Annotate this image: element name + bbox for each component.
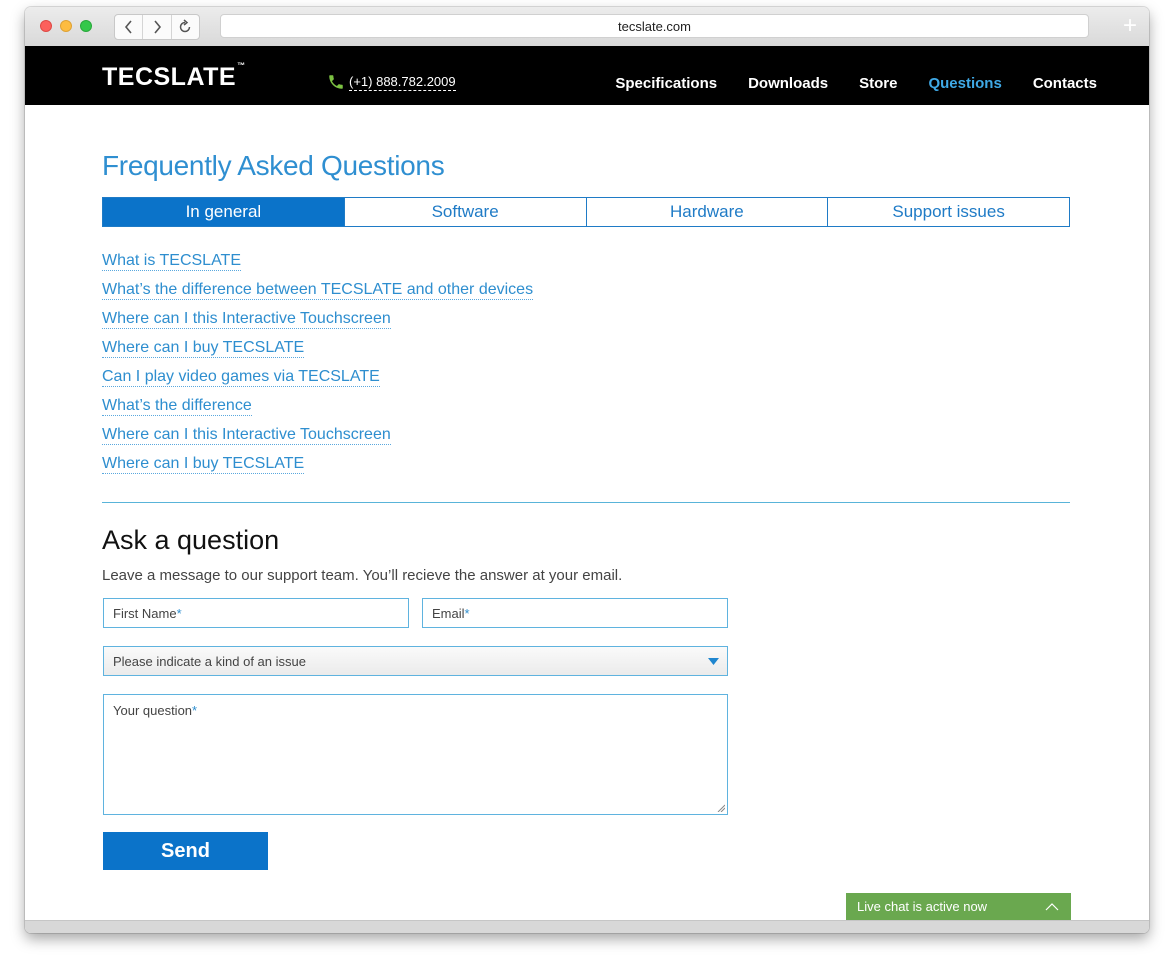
first-name-placeholder: First Name — [113, 605, 177, 621]
browser-window: tecslate.com + TECSLATE™ (+1) 888.782.20… — [25, 7, 1149, 933]
logo-text: TECSLATE — [102, 63, 237, 91]
tab-in-general[interactable]: In general — [103, 198, 345, 226]
list-item: What is TECSLATE — [102, 252, 533, 281]
chevron-left-icon — [124, 20, 132, 34]
page-title: Frequently Asked Questions — [102, 150, 445, 181]
browser-bottom-bar — [25, 920, 1149, 933]
send-button[interactable]: Send — [103, 832, 268, 870]
close-window-button[interactable] — [40, 20, 52, 32]
ask-question-description: Leave a message to our support team. You… — [102, 567, 623, 584]
live-chat-widget[interactable]: Live chat is active now — [846, 893, 1071, 920]
navigation-buttons — [114, 14, 200, 40]
section-divider — [102, 502, 1070, 503]
faq-question-link[interactable]: Can I play video games via TECSLATE — [102, 368, 380, 387]
issue-select[interactable]: Please indicate a kind of an issue — [103, 646, 728, 676]
first-name-field[interactable]: First Name * — [103, 598, 409, 628]
required-mark: * — [176, 605, 182, 621]
list-item: Where can I buy TECSLATE — [102, 339, 533, 368]
faq-question-link[interactable]: Where can I buy TECSLATE — [102, 455, 305, 474]
question-placeholder: Your question — [113, 703, 193, 718]
browser-toolbar: tecslate.com + — [25, 7, 1149, 47]
list-item: Can I play video games via TECSLATE — [102, 368, 533, 397]
main-nav: Specifications Downloads Store Questions… — [615, 75, 1097, 92]
minimize-window-button[interactable] — [60, 20, 72, 32]
faq-question-link[interactable]: Where can I buy TECSLATE — [102, 339, 305, 358]
back-button[interactable] — [115, 15, 144, 39]
faq-question-link[interactable]: What’s the difference between TECSLATE a… — [102, 281, 534, 300]
question-textarea[interactable]: Your question * — [103, 694, 728, 815]
nav-store[interactable]: Store — [859, 75, 897, 92]
phone-number: (+1) 888.782.2009 — [349, 73, 456, 91]
tab-support-issues[interactable]: Support issues — [828, 198, 1069, 226]
issue-select-value: Please indicate a kind of an issue — [113, 653, 306, 669]
ask-question-heading: Ask a question — [102, 525, 280, 555]
faq-question-link[interactable]: What’s the difference — [102, 397, 252, 416]
list-item: Where can I this Interactive Touchscreen — [102, 426, 533, 455]
email-placeholder: Email — [432, 605, 465, 621]
forward-button[interactable] — [143, 15, 172, 39]
required-mark: * — [192, 703, 198, 718]
faq-tabs: In general Software Hardware Support iss… — [102, 197, 1070, 227]
faq-question-link[interactable]: What is TECSLATE — [102, 252, 241, 271]
address-bar[interactable]: tecslate.com — [220, 14, 1089, 38]
list-item: What’s the difference between TECSLATE a… — [102, 281, 534, 310]
new-tab-button[interactable]: + — [1117, 12, 1143, 40]
site-header: TECSLATE™ (+1) 888.782.2009 Specificatio… — [25, 46, 1149, 105]
list-item: Where can I buy TECSLATE — [102, 455, 533, 484]
reload-button[interactable] — [172, 15, 199, 39]
resize-handle-icon[interactable] — [717, 804, 725, 812]
list-item: What’s the difference — [102, 397, 533, 426]
live-chat-label: Live chat is active now — [857, 899, 988, 914]
list-item: Where can I this Interactive Touchscreen — [102, 310, 533, 339]
email-field[interactable]: Email * — [422, 598, 728, 628]
phone-link[interactable]: (+1) 888.782.2009 — [327, 73, 456, 91]
faq-question-link[interactable]: Where can I this Interactive Touchscreen — [102, 310, 391, 329]
required-mark: * — [464, 605, 470, 621]
maximize-window-button[interactable] — [80, 20, 92, 32]
tab-hardware[interactable]: Hardware — [587, 198, 829, 226]
nav-specifications[interactable]: Specifications — [615, 75, 717, 92]
reload-icon — [180, 19, 191, 33]
nav-questions[interactable]: Questions — [928, 75, 1001, 92]
faq-question-list: What is TECSLATE What’s the difference b… — [102, 252, 534, 484]
caret-down-icon — [708, 657, 719, 665]
chevron-up-icon — [1045, 902, 1059, 910]
phone-icon — [329, 75, 343, 89]
trademark-mark: ™ — [237, 61, 246, 70]
tab-software[interactable]: Software — [345, 198, 587, 226]
nav-downloads[interactable]: Downloads — [748, 75, 828, 92]
logo[interactable]: TECSLATE™ — [102, 61, 246, 92]
chevron-right-icon — [154, 20, 162, 34]
faq-question-link[interactable]: Where can I this Interactive Touchscreen — [102, 426, 391, 445]
nav-contacts[interactable]: Contacts — [1033, 75, 1097, 92]
url-text: tecslate.com — [618, 18, 691, 34]
